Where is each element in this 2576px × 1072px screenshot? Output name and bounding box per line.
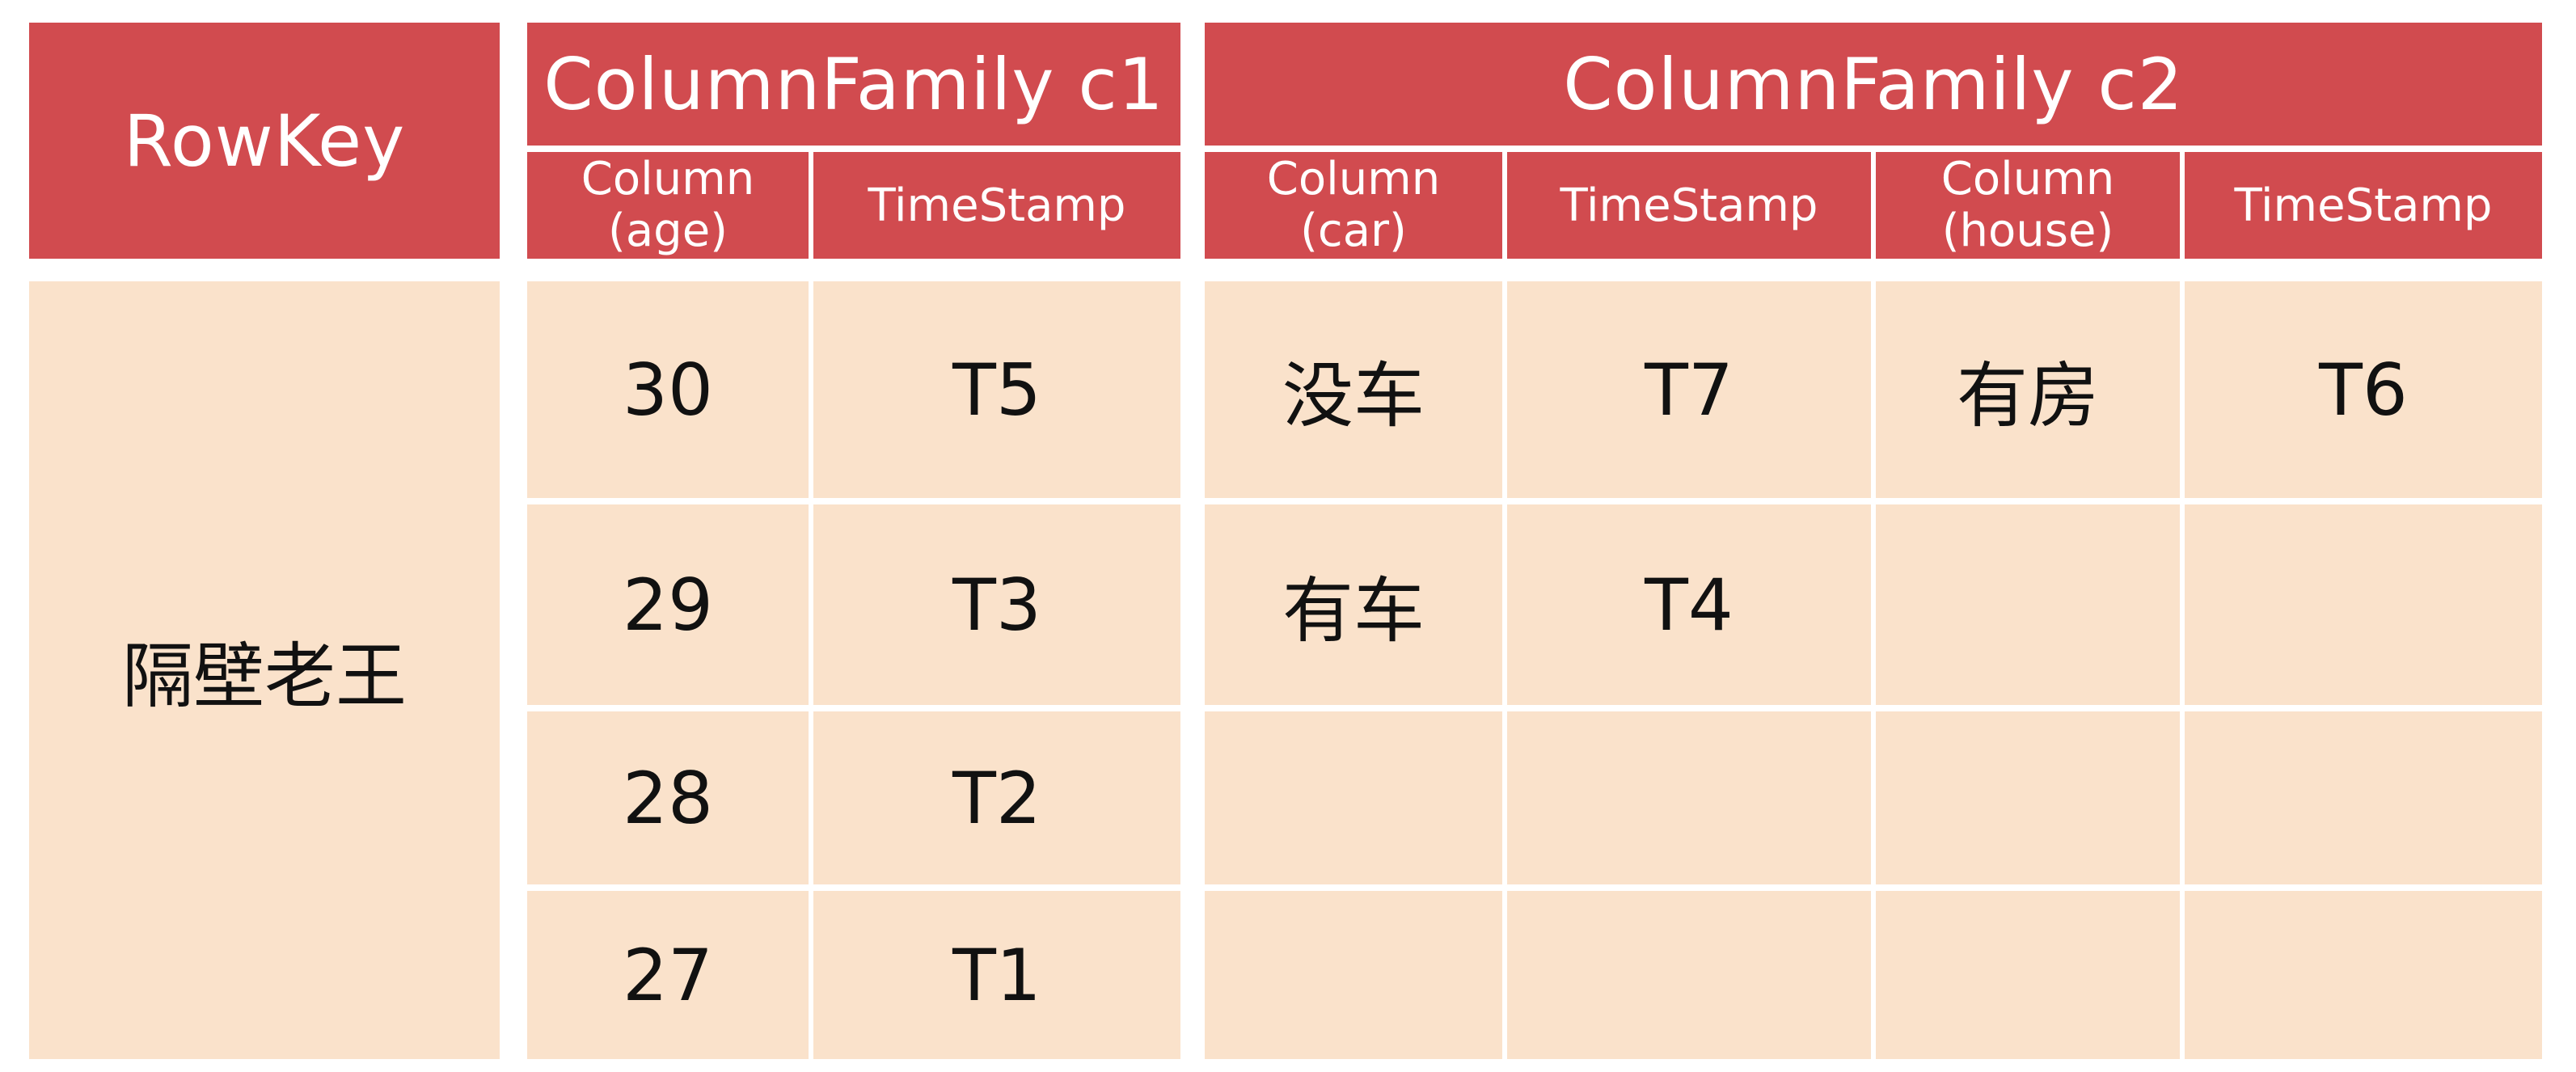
age-timestamp: T3 bbox=[952, 563, 1041, 647]
table-cell bbox=[2185, 711, 2542, 884]
column-age-line2: (age) bbox=[607, 205, 728, 257]
table-cell: T7 bbox=[1507, 281, 1871, 498]
table-cell bbox=[1507, 891, 1871, 1059]
table-cell bbox=[1205, 711, 1502, 884]
timestamp-house-header: TimeStamp bbox=[2185, 152, 2542, 259]
age-timestamp: T2 bbox=[952, 756, 1041, 840]
table-cell bbox=[1507, 711, 1871, 884]
age-value: 29 bbox=[623, 563, 713, 647]
table-cell bbox=[2185, 891, 2542, 1059]
column-family-c2-header: ColumnFamily c2 bbox=[1205, 23, 2542, 146]
timestamp-age-header: TimeStamp bbox=[813, 152, 1180, 259]
column-house-line2: (house) bbox=[1941, 205, 2114, 257]
column-house-header: Column (house) bbox=[1876, 152, 2180, 259]
column-car-line1: Column bbox=[1266, 153, 1441, 205]
table-cell: T6 bbox=[2185, 281, 2542, 498]
timestamp-age-label: TimeStamp bbox=[868, 179, 1126, 232]
table-cell: T1 bbox=[813, 891, 1180, 1059]
table-cell: T3 bbox=[813, 504, 1180, 705]
car-timestamp: T4 bbox=[1645, 563, 1734, 647]
table-cell bbox=[1876, 891, 2180, 1059]
column-family-c2-label: ColumnFamily c2 bbox=[1563, 42, 2184, 126]
timestamp-house-label: TimeStamp bbox=[2234, 179, 2493, 232]
house-value: 有房 bbox=[1956, 353, 2099, 437]
table-cell: 28 bbox=[527, 711, 809, 884]
age-timestamp: T5 bbox=[952, 348, 1041, 432]
table-cell bbox=[1205, 891, 1502, 1059]
rowkey-value-cell: 隔壁老王 bbox=[29, 281, 500, 1059]
column-car-line2: (car) bbox=[1300, 205, 1407, 257]
timestamp-car-header: TimeStamp bbox=[1507, 152, 1871, 259]
car-timestamp: T7 bbox=[1645, 348, 1734, 432]
table-cell: 29 bbox=[527, 504, 809, 705]
table-cell bbox=[1876, 711, 2180, 884]
column-age-header: Column (age) bbox=[527, 152, 809, 259]
car-value: 没车 bbox=[1282, 353, 1425, 437]
table-cell: 没车 bbox=[1205, 281, 1502, 498]
column-family-c1-label: ColumnFamily c1 bbox=[543, 42, 1164, 126]
rowkey-header-label: RowKey bbox=[123, 99, 406, 183]
column-car-header: Column (car) bbox=[1205, 152, 1502, 259]
age-timestamp: T1 bbox=[952, 933, 1041, 1017]
table-cell: T5 bbox=[813, 281, 1180, 498]
rowkey-header: RowKey bbox=[29, 23, 500, 259]
table-cell: T2 bbox=[813, 711, 1180, 884]
table-cell: T4 bbox=[1507, 504, 1871, 705]
column-family-c1-header: ColumnFamily c1 bbox=[527, 23, 1180, 146]
table-cell bbox=[1876, 504, 2180, 705]
car-value: 有车 bbox=[1282, 568, 1425, 652]
house-timestamp: T6 bbox=[2319, 348, 2408, 432]
table-cell bbox=[2185, 504, 2542, 705]
column-house-line1: Column bbox=[1940, 153, 2115, 205]
age-value: 30 bbox=[623, 348, 713, 432]
table-cell: 有车 bbox=[1205, 504, 1502, 705]
table-cell: 30 bbox=[527, 281, 809, 498]
age-value: 28 bbox=[623, 756, 713, 840]
column-age-line1: Column bbox=[581, 153, 755, 205]
timestamp-car-label: TimeStamp bbox=[1560, 179, 1818, 232]
rowkey-value: 隔壁老王 bbox=[121, 634, 407, 718]
age-value: 27 bbox=[623, 933, 713, 1017]
table-cell: 27 bbox=[527, 891, 809, 1059]
table-cell: 有房 bbox=[1876, 281, 2180, 498]
